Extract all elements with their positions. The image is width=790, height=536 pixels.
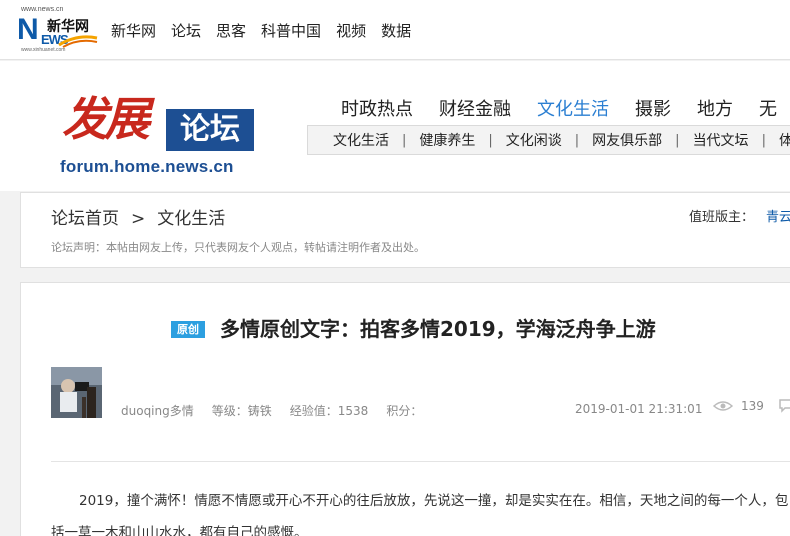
author-name[interactable]: duoqing多情 <box>121 402 194 419</box>
post-title: 多情原创文字：拍客多情2019，学海泛舟争上游 <box>220 317 656 341</box>
view-count: 139 <box>713 399 764 413</box>
top-nav-forum[interactable]: 论坛 <box>171 20 201 41</box>
original-badge: 原创 <box>171 321 205 338</box>
main-nav-finance[interactable]: 财经金融 <box>439 95 511 121</box>
author-meta: duoqing多情 等级：铸铁 经验值：1538 积分： <box>121 402 422 419</box>
sub-nav-separator: | <box>402 132 407 148</box>
main-nav-culture[interactable]: 文化生活 <box>537 95 609 121</box>
author-level: 等级：铸铁 <box>211 404 272 418</box>
sub-nav-club[interactable]: 网友俱乐部 <box>592 130 662 150</box>
top-nav-sike[interactable]: 思客 <box>216 20 246 41</box>
sub-nav-separator: | <box>675 132 680 148</box>
xinhua-news-logo[interactable]: www.news.cn N 新华网 EWS www.xinhuanet.com <box>17 6 101 56</box>
forum-header: 发展 论坛 forum.home.news.cn 时政热点 财经金融 文化生活 … <box>0 61 790 191</box>
post-divider <box>51 461 790 462</box>
logo-sub-url: www.xinhuanet.com <box>21 47 66 53</box>
breadcrumb-current[interactable]: 文化生活 <box>157 209 225 229</box>
avatar[interactable] <box>51 367 102 418</box>
forum-logo-url: forum.home.news.cn <box>60 157 234 176</box>
top-bar: www.news.cn N 新华网 EWS www.xinhuanet.com … <box>0 0 790 60</box>
post-panel: 原创 多情原创文字：拍客多情2019，学海泛舟争上游 duoqing多情 等级：… <box>20 282 790 536</box>
breadcrumb-home[interactable]: 论坛首页 <box>51 209 119 229</box>
main-nav-politics[interactable]: 时政热点 <box>341 95 413 121</box>
logo-swoosh-icon <box>58 35 98 48</box>
sub-nav-health[interactable]: 健康养生 <box>419 130 475 150</box>
top-nav-xinhua[interactable]: 新华网 <box>111 20 156 41</box>
main-nav-more[interactable]: 无 <box>759 95 777 121</box>
forum-logo-box: 论坛 <box>166 109 254 151</box>
post-body-line-1: 2019，撞个满怀！情愿不情愿或开心不开心的往后放放，先说这一撞，却是实实在在。… <box>79 493 789 509</box>
eye-icon <box>713 401 733 411</box>
sub-nav-culture[interactable]: 文化生活 <box>333 130 389 150</box>
moderator-label: 值班版主： <box>689 210 755 225</box>
sub-nav-chat[interactable]: 文化闲谈 <box>506 130 562 150</box>
top-nav-data[interactable]: 数据 <box>381 20 411 41</box>
sub-nav-separator: | <box>488 132 493 148</box>
logo-letter-n: N <box>17 13 39 46</box>
avatar-photo-icon <box>51 367 102 418</box>
forum-logo[interactable]: 发展 论坛 forum.home.news.cn <box>58 91 258 181</box>
main-nav: 时政热点 财经金融 文化生活 摄影 地方 无 <box>341 95 777 121</box>
comment-icon[interactable] <box>779 399 790 413</box>
moderator-info: 值班版主： 青云 <box>689 206 790 225</box>
author-points: 积分： <box>386 404 423 418</box>
post-body-line-2: 括一草一木和山山水水，都有自己的感慨。 <box>51 525 308 536</box>
main-nav-photo[interactable]: 摄影 <box>635 95 671 121</box>
top-nav-video[interactable]: 视频 <box>336 20 366 41</box>
breadcrumb-arrow: > <box>131 209 146 229</box>
post-date: 2019-01-01 21:31:01 <box>575 402 703 416</box>
top-nav-kepu[interactable]: 科普中国 <box>261 20 321 41</box>
view-count-value: 139 <box>741 399 764 413</box>
sub-nav-literature[interactable]: 当代文坛 <box>693 130 749 150</box>
breadcrumb-panel: 论坛首页 > 文化生活 论坛声明：本帖由网友上传，只代表网友个人观点，转帖请注明作者… <box>20 192 790 268</box>
sub-nav-separator: | <box>761 132 766 148</box>
top-nav: 新华网 论坛 思客 科普中国 视频 数据 <box>111 20 411 41</box>
forum-logo-text: 发展 <box>62 92 150 146</box>
sub-nav: 文化生活 | 健康养生 | 文化闲谈 | 网友俱乐部 | 当代文坛 | 体 <box>307 125 790 155</box>
logo-url-text: www.news.cn <box>21 6 64 13</box>
sub-nav-more[interactable]: 体 <box>779 130 790 150</box>
sub-nav-separator: | <box>574 132 580 148</box>
breadcrumb: 论坛首页 > 文化生活 <box>51 204 225 229</box>
author-exp: 经验值：1538 <box>289 404 369 418</box>
moderator-link[interactable]: 青云 <box>766 210 790 225</box>
forum-declaration: 论坛声明：本帖由网友上传，只代表网友个人观点，转帖请注明作者及出处。 <box>51 241 425 254</box>
main-nav-local[interactable]: 地方 <box>697 95 733 121</box>
